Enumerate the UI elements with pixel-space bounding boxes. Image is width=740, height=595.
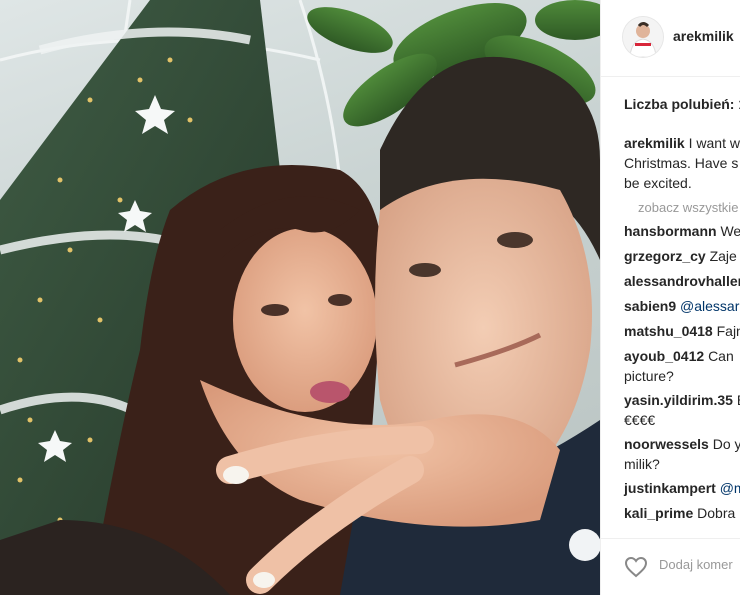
post-actions-bar: Dodaj komer bbox=[601, 538, 740, 595]
comment-text[interactable]: @alessar bbox=[680, 298, 739, 314]
comment-item: grzegorz_cy Zaje bbox=[624, 246, 737, 266]
profile-avatar[interactable] bbox=[623, 17, 663, 57]
comment-username[interactable]: noorwessels bbox=[624, 436, 709, 452]
comment-item: ayoub_0412 Can picture? bbox=[624, 346, 734, 386]
view-all-comments-link[interactable]: zobacz wszystkie bbox=[638, 200, 738, 215]
comment-item: yasin.yildirim.35 Be €€€€ bbox=[624, 390, 740, 430]
comment-username[interactable]: kali_prime bbox=[624, 505, 693, 521]
comment-text-line-2: picture? bbox=[624, 368, 674, 384]
post-photo[interactable] bbox=[0, 0, 600, 595]
caption-text-line-2: Christmas. Have s bbox=[624, 155, 739, 171]
comment-username[interactable]: ayoub_0412 bbox=[624, 348, 704, 364]
comment-item: noorwessels Do y milik? bbox=[624, 434, 740, 474]
comment-text: Fajn bbox=[716, 323, 740, 339]
comment-username[interactable]: justinkampert bbox=[624, 480, 716, 496]
heart-outline-icon[interactable] bbox=[624, 555, 648, 579]
comment-text: Do y bbox=[712, 436, 740, 452]
post-username-link[interactable]: arekmilik bbox=[673, 28, 734, 44]
comment-username[interactable]: yasin.yildirim.35 bbox=[624, 392, 733, 408]
photo-illustration bbox=[0, 0, 600, 595]
comment-text: Can bbox=[708, 348, 734, 364]
comment-username[interactable]: grzegorz_cy bbox=[624, 248, 706, 264]
comment-item: alessandrovhaller bbox=[624, 271, 740, 291]
comment-item: sabien9 @alessar bbox=[624, 296, 739, 316]
comment-text-line-2: milik? bbox=[624, 456, 660, 472]
comment-item: justinkampert @m bbox=[624, 478, 740, 498]
comment-username[interactable]: alessandrovhaller bbox=[624, 273, 740, 289]
comment-username[interactable]: sabien9 bbox=[624, 298, 676, 314]
avatar-image bbox=[623, 17, 663, 57]
caption-text-line-3: be excited. bbox=[624, 175, 692, 191]
post-side-panel: arekmilik Liczba polubień: 1 arekmilik I… bbox=[600, 0, 740, 595]
comment-text: Dobra bbox=[697, 505, 736, 521]
caption-username[interactable]: arekmilik bbox=[624, 135, 685, 151]
comment-text[interactable]: @m bbox=[720, 480, 740, 496]
post-header: arekmilik bbox=[601, 0, 740, 77]
add-comment-input[interactable]: Dodaj komer bbox=[659, 557, 733, 572]
comment-username[interactable]: matshu_0418 bbox=[624, 323, 713, 339]
comment-text: We bbox=[720, 223, 740, 239]
comment-item: hansbormann We bbox=[624, 221, 740, 241]
caption-text-line-1: I want w bbox=[688, 135, 740, 151]
likes-count[interactable]: Liczba polubień: 1 bbox=[624, 96, 740, 112]
comment-item: kali_prime Dobra bbox=[624, 503, 735, 523]
comment-text-line-2: €€€€ bbox=[624, 412, 656, 428]
comment-text: Zaje bbox=[709, 248, 737, 264]
post-caption: arekmilik I want w Christmas. Have s be … bbox=[624, 133, 740, 193]
comment-item: matshu_0418 Fajn bbox=[624, 321, 740, 341]
comment-username[interactable]: hansbormann bbox=[624, 223, 717, 239]
